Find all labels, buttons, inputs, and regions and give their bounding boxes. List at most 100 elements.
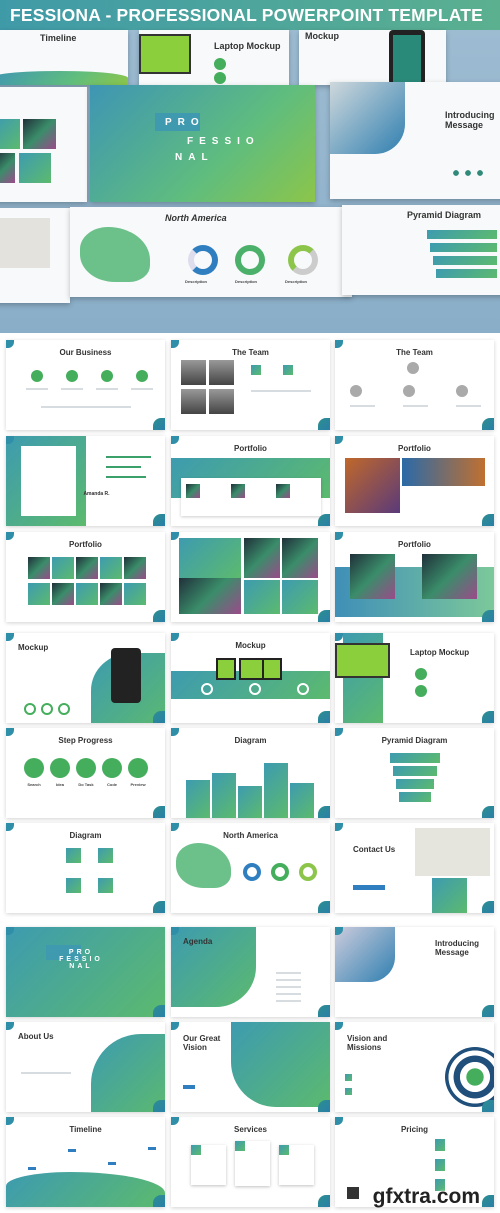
photo — [231, 484, 245, 498]
slide-title: Laptop Mockup — [410, 648, 470, 657]
hero-slide-laptop: Laptop Mockup — [139, 30, 289, 85]
bar — [290, 783, 314, 818]
pyramid-step — [393, 766, 437, 776]
slide-thumbnail[interactable]: Portfolio — [335, 532, 494, 622]
slide-thumbnail[interactable]: Diagram — [6, 823, 165, 913]
step-circle — [24, 758, 44, 778]
text-line — [131, 388, 153, 390]
card — [21, 446, 76, 516]
photo — [244, 538, 280, 578]
slide-title: Pyramid Diagram — [407, 210, 482, 220]
slide-title: Our Business — [59, 348, 112, 357]
slide-thumbnail[interactable]: Our Great Vision — [171, 1022, 330, 1112]
text-line — [61, 388, 83, 390]
slide-thumbnail[interactable] — [171, 532, 330, 622]
avatar — [403, 385, 415, 397]
slide-number-badge — [482, 514, 494, 526]
team-photo — [181, 389, 206, 414]
description-tile — [100, 557, 122, 579]
slide-thumbnail[interactable]: Pyramid Diagram — [335, 728, 494, 818]
slide-number-badge — [318, 901, 330, 913]
icon — [283, 365, 293, 375]
wave — [6, 1172, 165, 1207]
slide-thumbnail[interactable]: Search Idea Do Task Code Preview Step Progres… — [6, 728, 165, 818]
slide-thumbnail[interactable]: Vision and Missions — [335, 1022, 494, 1112]
avatar — [407, 362, 419, 374]
photo — [186, 484, 200, 498]
slide-thumbnail[interactable]: About Us — [6, 1022, 165, 1112]
slide-thumbnail[interactable]: Amanda R. — [6, 436, 165, 526]
photo — [179, 578, 241, 614]
corner-mark — [335, 532, 343, 540]
icon-circle — [31, 370, 43, 382]
slide-number-badge — [153, 1100, 165, 1112]
slide-thumbnail[interactable]: Diagram — [171, 728, 330, 818]
step-circle — [50, 758, 70, 778]
slide-thumbnail[interactable]: Introducing Message — [335, 927, 494, 1017]
hero-slide-pyramid: Pyramid Diagram — [342, 205, 500, 295]
text-line — [41, 406, 131, 408]
corner-mark — [6, 532, 14, 540]
icon-circle — [41, 703, 53, 715]
photo — [402, 458, 485, 486]
photo — [100, 583, 122, 605]
slide-title: Mockup — [235, 641, 266, 650]
slide-thumbnail[interactable]: Our Business — [6, 340, 165, 430]
corner-mark — [335, 340, 343, 348]
slide-title: Timeline — [40, 33, 77, 43]
agenda-item — [276, 979, 301, 981]
slide-title: PRO FESSIO NAL — [59, 949, 103, 970]
slide-thumbnail[interactable]: Agenda — [171, 927, 330, 1017]
slide-thumbnail[interactable]: Contact Us — [335, 823, 494, 913]
slide-thumbnail[interactable]: North America — [171, 823, 330, 913]
bar — [106, 476, 146, 478]
corner-mark — [171, 1117, 179, 1125]
slide-number-badge — [153, 418, 165, 430]
photo — [282, 538, 318, 578]
slide-thumbnail[interactable]: The Team — [171, 340, 330, 430]
slide-title: About Us — [18, 1032, 54, 1041]
slide-thumbnail[interactable]: Timeline — [6, 1117, 165, 1207]
slide-number-badge — [153, 610, 165, 622]
slide-thumbnail[interactable]: Laptop Mockup — [335, 633, 494, 723]
slide-thumbnail[interactable]: Services — [171, 1117, 330, 1207]
text-line — [26, 388, 48, 390]
bar — [238, 786, 262, 818]
slide-thumbnail[interactable]: PRO FESSIO NAL — [6, 927, 165, 1017]
text-line — [21, 1072, 71, 1074]
step-label: Idea — [55, 782, 64, 787]
label: Description — [285, 279, 308, 284]
slide-thumbnail[interactable]: Portfolio — [335, 436, 494, 526]
slide-number-badge — [482, 1005, 494, 1017]
button — [353, 885, 385, 890]
pyramid-step — [399, 792, 431, 802]
slide-title: Diagram — [234, 736, 267, 745]
slide-number-badge — [153, 1005, 165, 1017]
slide-number-badge — [318, 610, 330, 622]
slide-number-badge — [482, 711, 494, 723]
gradient-shape — [231, 1022, 330, 1107]
phone-mockup — [111, 648, 141, 703]
map — [176, 843, 231, 888]
agenda-item — [276, 993, 301, 995]
slide-thumbnail[interactable]: Mockup — [6, 633, 165, 723]
date-marker — [108, 1162, 116, 1165]
slide-number-badge — [318, 418, 330, 430]
slide-thumbnail[interactable]: Portfolio — [171, 436, 330, 526]
cover-word: NAL — [175, 152, 214, 163]
bar — [106, 466, 141, 468]
slide-thumbnail[interactable]: Portfolio — [6, 532, 165, 622]
agenda-item — [276, 1000, 301, 1002]
label: Description — [235, 279, 258, 284]
slide-title: The Team — [232, 348, 269, 357]
step-label: Search — [27, 782, 41, 787]
icon-circle — [136, 370, 148, 382]
photo — [52, 583, 74, 605]
gradient-panel — [432, 878, 467, 913]
icon — [279, 1145, 289, 1155]
slide-thumbnail[interactable]: Mockup — [171, 633, 330, 723]
slide-thumbnail[interactable]: The Team — [335, 340, 494, 430]
corner-mark — [171, 633, 179, 641]
card — [181, 478, 321, 516]
icon — [345, 1074, 352, 1081]
